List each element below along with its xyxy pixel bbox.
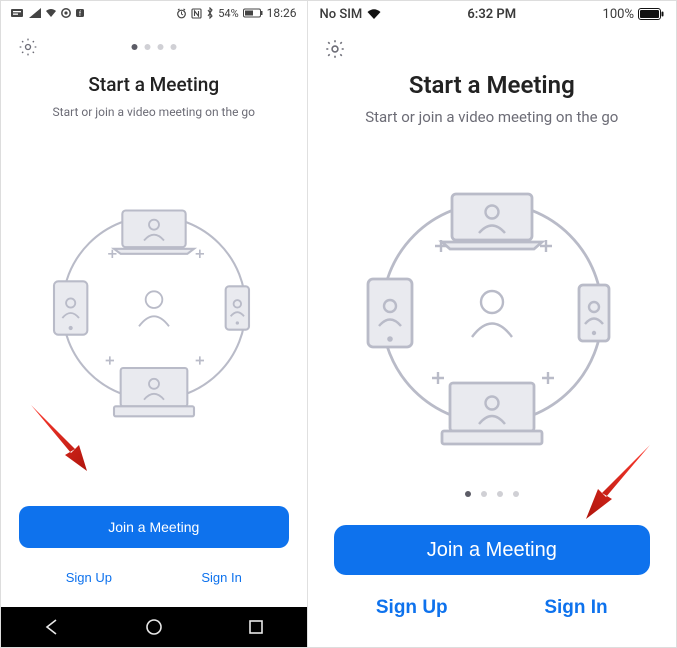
page-indicator (131, 44, 176, 50)
sign-in-link[interactable]: Sign In (191, 564, 251, 591)
battery-icon (638, 8, 664, 20)
carrier-text: No SIM (320, 7, 363, 22)
signal-icon (29, 8, 41, 18)
nav-back-button[interactable] (32, 607, 72, 647)
page-dot-2[interactable] (481, 491, 487, 497)
page-dot-3[interactable] (157, 44, 163, 50)
join-meeting-button[interactable]: Join a Meeting (334, 525, 650, 575)
android-screen: f 54% 18:26 (1, 1, 308, 647)
page-dot-1[interactable] (131, 44, 137, 50)
header-row (308, 27, 676, 61)
android-status-bar: f 54% 18:26 (1, 1, 307, 25)
battery-icon (243, 8, 263, 18)
settings-gear-icon[interactable] (324, 38, 346, 60)
join-meeting-button[interactable]: Join a Meeting (19, 506, 289, 548)
wifi-icon (45, 8, 57, 18)
app-icon-1 (61, 8, 71, 18)
illustration: .ln2{fill:none;stroke:#b9bbc8;stroke-wid… (308, 128, 676, 497)
svg-text:f: f (79, 11, 81, 18)
nav-recents-button[interactable] (236, 607, 276, 647)
auth-row: Sign Up Sign In (21, 564, 287, 591)
android-nav-bar (1, 607, 307, 647)
sign-up-link[interactable]: Sign Up (56, 564, 122, 591)
bluetooth-icon (206, 7, 214, 19)
page-subtitle: Start or join a video meeting on the go (338, 107, 646, 128)
page-dot-3[interactable] (497, 491, 503, 497)
battery-percent: 54% (218, 7, 238, 20)
ios-status-bar: No SIM 6:32 PM 100% (308, 1, 676, 27)
wifi-icon (366, 8, 382, 20)
app-icon-2: f (75, 8, 85, 18)
settings-gear-icon[interactable] (17, 36, 39, 58)
nfc-icon (191, 8, 202, 19)
ios-screen: No SIM 6:32 PM 100% Start a Meeting Star… (308, 1, 676, 647)
nav-home-button[interactable] (134, 607, 174, 647)
page-dot-4[interactable] (170, 44, 176, 50)
auth-row: Sign Up Sign In (328, 591, 656, 625)
battery-percent: 100% (603, 7, 634, 22)
notification-icon (11, 8, 25, 18)
page-dot-2[interactable] (144, 44, 150, 50)
page-title: Start a Meeting (1, 73, 307, 96)
clock-text: 6:32 PM (467, 7, 516, 22)
alarm-icon (176, 8, 187, 19)
header-row (1, 25, 307, 59)
page-dot-1[interactable] (465, 491, 471, 497)
sign-up-link[interactable]: Sign Up (366, 591, 458, 625)
illustration: .ln{fill:none;stroke:#b9bbc8;stroke-widt… (1, 121, 307, 496)
page-indicator (308, 491, 676, 497)
page-title: Start a Meeting (308, 71, 676, 99)
sign-in-link[interactable]: Sign In (534, 591, 617, 625)
clock-text: 18:26 (267, 6, 297, 20)
page-subtitle: Start or join a video meeting on the go (19, 104, 289, 121)
page-dot-4[interactable] (513, 491, 519, 497)
